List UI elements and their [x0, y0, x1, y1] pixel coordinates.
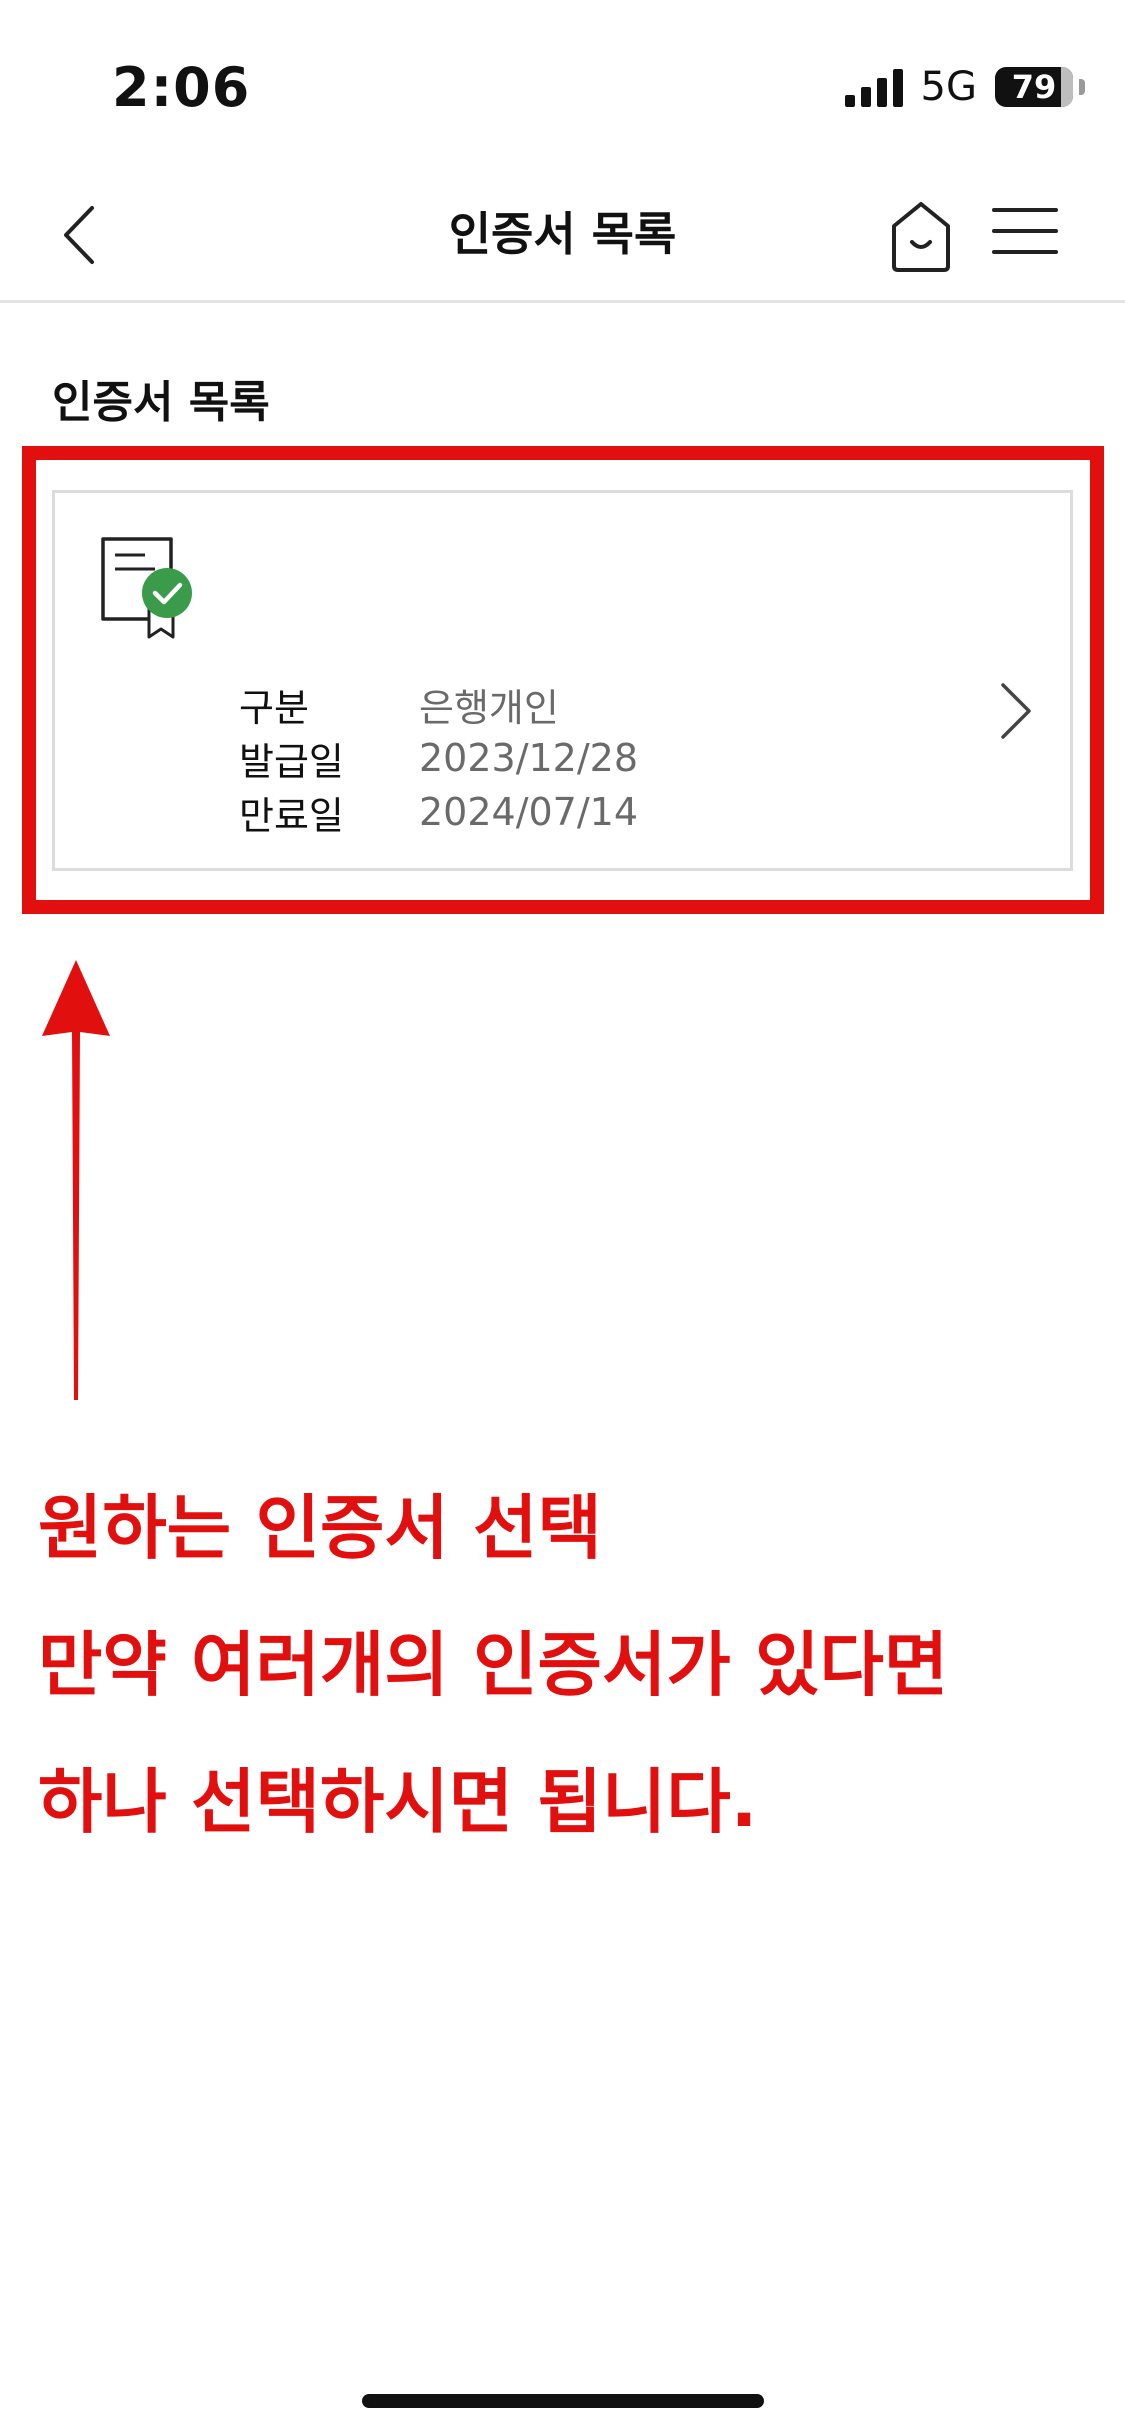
certificate-row-issued: 발급일 2023/12/28: [239, 731, 638, 785]
certificate-verified-icon: [101, 537, 192, 639]
annotation-text: 원하는 인증서 선택 만약 여러개의 인증서가 있다면 하나 선택하시면 됩니다…: [38, 1460, 948, 1871]
row-label: 만료일: [239, 793, 344, 838]
row-value: 2023/12/28: [419, 736, 639, 780]
signal-icon: [844, 67, 903, 107]
home-icon: [892, 202, 950, 272]
row-value: 2024/07/14: [419, 790, 639, 834]
menu-button[interactable]: [992, 202, 1058, 262]
status-time: 2:06: [112, 56, 251, 119]
row-label: 구분: [239, 685, 309, 730]
annotation-line: 원하는 인증서 선택: [38, 1487, 602, 1569]
certificate-row-type: 구분 은행개인: [239, 677, 638, 731]
row-label: 발급일: [239, 739, 344, 784]
hamburger-menu-icon: [992, 208, 1058, 254]
annotation-line: 만약 여러개의 인증서가 있다면: [38, 1624, 949, 1706]
row-value: 은행개인: [419, 685, 559, 730]
battery-icon: 79: [995, 67, 1085, 107]
home-button[interactable]: [888, 196, 954, 276]
battery-level: 79: [1011, 68, 1057, 106]
status-indicators: 5G 79: [844, 62, 1085, 112]
annotation-line: 하나 선택하시면 됩니다.: [38, 1761, 758, 1843]
home-indicator[interactable]: [362, 2394, 764, 2408]
certificate-details: 구분 은행개인 발급일 2023/12/28 만료일 2024/07/14: [239, 677, 638, 839]
section-title: 인증서 목록: [52, 377, 270, 428]
certificate-card[interactable]: 구분 은행개인 발급일 2023/12/28 만료일 2024/07/14: [52, 490, 1073, 871]
certificate-row-expiry: 만료일 2024/07/14: [239, 785, 638, 839]
chevron-right-icon: [1001, 683, 1031, 739]
page-title: 인증서 목록: [448, 207, 677, 261]
annotation-arrow: [42, 960, 110, 1400]
top-nav-bar: 인증서 목록: [0, 176, 1125, 303]
network-type: 5G: [920, 64, 977, 110]
